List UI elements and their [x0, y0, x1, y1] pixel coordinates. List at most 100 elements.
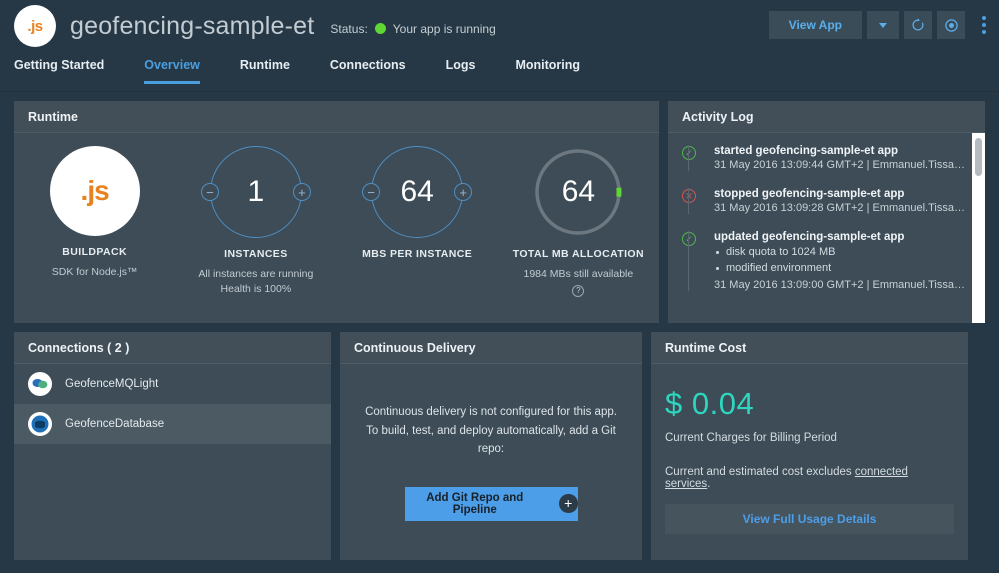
cd-message-line2: To build, test, and deploy automatically…	[366, 424, 616, 456]
log-entry-title: updated geofencing-sample-et app	[714, 231, 905, 243]
log-entry-body: updated geofencing-sample-et app disk qu…	[688, 231, 969, 291]
tab-runtime[interactable]: Runtime	[240, 52, 290, 84]
connections-card: Connections ( 2 ) GeofenceMQLight Geofen…	[14, 332, 331, 560]
instances-value: 1	[247, 175, 265, 208]
runtime-cost-header: Runtime Cost	[651, 332, 968, 364]
tab-getting-started[interactable]: Getting Started	[14, 52, 104, 84]
continuous-delivery-card: Continuous Delivery Continuous delivery …	[340, 332, 642, 560]
tab-logs[interactable]: Logs	[446, 52, 476, 84]
scrollbar-thumb[interactable]	[975, 138, 982, 176]
mbs-label: MBS PER INSTANCE	[362, 248, 473, 260]
runtime-card-title: Runtime	[28, 109, 78, 124]
instances-sub-line2: Health is 100%	[220, 283, 292, 296]
total-allocation-label: TOTAL MB ALLOCATION	[512, 248, 644, 260]
instances-sub-line1: All instances are running	[198, 268, 314, 280]
log-bullet: disk quota to 1024 MB	[714, 245, 969, 261]
app-logo-icon: .js	[14, 5, 56, 47]
connection-name: GeofenceMQLight	[65, 378, 159, 390]
page-title: geofencing-sample-et	[70, 11, 315, 40]
runtime-cost-title: Runtime Cost	[665, 340, 747, 355]
continuous-delivery-header: Continuous Delivery	[340, 332, 642, 364]
log-entry-bullets: disk quota to 1024 MB modified environme…	[714, 245, 969, 277]
cost-caption: Current Charges for Billing Period	[665, 432, 837, 444]
status-dot-icon	[374, 23, 386, 34]
view-app-button[interactable]: View App	[768, 11, 862, 39]
buildpack-metric: .js BUILDPACK SDK for Node.js™	[14, 146, 175, 280]
cd-message-line1: Continuous delivery is not configured fo…	[365, 406, 617, 419]
kebab-dot-2-icon	[982, 23, 986, 27]
buildpack-sub: SDK for Node.js™	[51, 266, 138, 278]
status-badge: Status: Your app is running	[330, 17, 495, 36]
kebab-dot-1-icon	[982, 16, 986, 20]
cost-note-prefix: Current and estimated cost excludes	[665, 466, 855, 478]
status-text: Your app is running	[392, 21, 496, 36]
total-allocation-value: 64	[561, 175, 596, 208]
mbs-stepper: 64 − +	[362, 146, 473, 238]
runtime-cost-card: Runtime Cost $ 0.04 Current Charges for …	[651, 332, 968, 560]
runtime-card-header: Runtime	[14, 101, 659, 133]
instances-sub: All instances are running Health is 100%	[198, 267, 313, 297]
instances-metric: 1 − + INSTANCES All instances are runnin…	[175, 146, 336, 297]
buildpack-icon: .js	[49, 146, 140, 236]
app-header: .js geofencing-sample-et Status: Your ap…	[0, 0, 999, 52]
add-git-repo-label: Add Git Repo and Pipeline	[426, 491, 524, 516]
top-row: Runtime .js BUILDPACK SDK for Node.js™ 1	[14, 101, 985, 323]
tab-connections[interactable]: Connections	[330, 52, 406, 84]
help-icon[interactable]: ?	[572, 285, 585, 298]
log-entry-meta: 31 May 2016 13:09:00 GMT+2 | Emmanuel.Ti…	[714, 278, 969, 291]
main-tabs: Getting Started Overview Runtime Connect…	[0, 52, 999, 92]
log-entry[interactable]: ✕ stopped geofencing-sample-et app 31 Ma…	[682, 188, 969, 214]
mqlight-icon	[28, 372, 52, 396]
add-git-repo-button[interactable]: Add Git Repo and Pipeline +	[404, 486, 578, 521]
connections-body: GeofenceMQLight GeofenceDatabase	[14, 364, 331, 560]
view-app-dropdown-button[interactable]	[867, 11, 899, 39]
mbs-increment-button[interactable]: +	[454, 183, 473, 201]
connection-item-mqlight[interactable]: GeofenceMQLight	[14, 364, 331, 404]
connection-item-database[interactable]: GeofenceDatabase	[14, 404, 331, 444]
tab-monitoring[interactable]: Monitoring	[515, 52, 580, 84]
chevron-down-icon	[879, 22, 887, 28]
buildpack-icon-text: .js	[80, 175, 110, 206]
stop-icon	[944, 18, 958, 32]
tab-overview[interactable]: Overview	[144, 52, 200, 84]
restart-icon	[912, 18, 924, 31]
instances-increment-button[interactable]: +	[292, 183, 311, 201]
cost-note-suffix: .	[707, 478, 711, 490]
continuous-delivery-message: Continuous delivery is not configured fo…	[358, 403, 624, 458]
restart-button[interactable]	[904, 11, 932, 39]
activity-log-list: ✓ started geofencing-sample-et app 31 Ma…	[668, 133, 985, 323]
main-content: Runtime .js BUILDPACK SDK for Node.js™ 1	[0, 92, 999, 573]
cost-amount: $ 0.04	[665, 386, 755, 421]
view-usage-details-button[interactable]: View Full Usage Details	[665, 504, 954, 534]
log-bullet: modified environment	[714, 261, 969, 277]
plus-icon: +	[559, 494, 578, 514]
log-entry-title: stopped geofencing-sample-et app	[714, 188, 905, 200]
instances-decrement-button[interactable]: −	[200, 183, 219, 201]
database-icon	[28, 412, 52, 436]
instances-label: INSTANCES	[224, 248, 288, 260]
stop-button[interactable]	[937, 11, 965, 39]
runtime-card: Runtime .js BUILDPACK SDK for Node.js™ 1	[14, 101, 659, 323]
log-entry[interactable]: ✓ started geofencing-sample-et app 31 Ma…	[682, 145, 969, 171]
kebab-dot-3-icon	[982, 30, 986, 34]
activity-log-card: Activity Log ✓ started geofencing-sample…	[668, 101, 985, 323]
runtime-cost-body: $ 0.04 Current Charges for Billing Perio…	[651, 364, 968, 560]
log-entry-body: stopped geofencing-sample-et app 31 May …	[688, 188, 969, 214]
mbs-value: 64	[400, 175, 434, 208]
runtime-card-body: .js BUILDPACK SDK for Node.js™ 1 − + INS…	[14, 133, 659, 323]
bottom-row: Connections ( 2 ) GeofenceMQLight Geofen…	[14, 332, 985, 560]
log-entry-meta: 31 May 2016 13:09:44 GMT+2 | Emmanuel.Ti…	[714, 159, 969, 171]
instances-stepper: 1 − +	[200, 146, 311, 238]
total-allocation-gauge: 64	[532, 146, 624, 238]
activity-log-title: Activity Log	[682, 109, 754, 124]
log-entry-meta: 31 May 2016 13:09:28 GMT+2 | Emmanuel.Ti…	[714, 202, 969, 214]
overflow-menu-button[interactable]	[979, 12, 989, 38]
connections-header: Connections ( 2 )	[14, 332, 331, 364]
mbs-decrement-button[interactable]: −	[362, 183, 381, 201]
log-entry-body: started geofencing-sample-et app 31 May …	[688, 145, 969, 171]
connections-title: Connections ( 2 )	[28, 340, 130, 355]
log-entry[interactable]: ✓ updated geofencing-sample-et app disk …	[682, 231, 969, 291]
activity-log-scrollbar[interactable]	[972, 133, 985, 323]
continuous-delivery-body: Continuous delivery is not configured fo…	[340, 364, 642, 560]
activity-log-body: ✓ started geofencing-sample-et app 31 Ma…	[668, 133, 985, 323]
